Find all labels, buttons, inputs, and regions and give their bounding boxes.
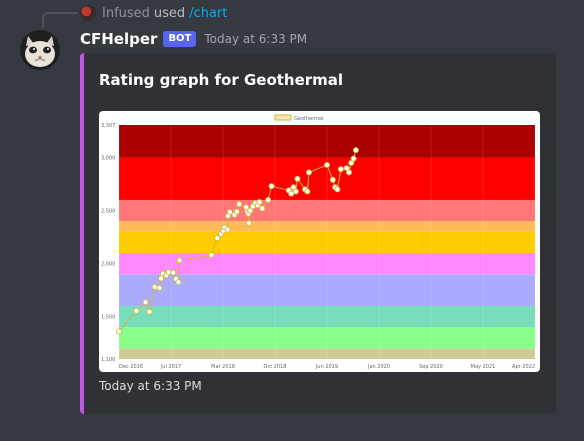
data-point	[233, 208, 240, 215]
y-tick-label: 1,500	[101, 315, 115, 321]
data-point	[345, 169, 353, 176]
data-point	[265, 196, 272, 204]
y-tick-label: 3,307	[101, 123, 115, 129]
data-point	[115, 328, 123, 335]
data-point	[175, 279, 182, 286]
data-point	[352, 147, 359, 154]
data-point	[329, 176, 336, 183]
reply-used-text: used	[153, 5, 186, 21]
data-point	[323, 161, 331, 169]
reply-connector-line	[42, 12, 78, 28]
data-point	[133, 307, 140, 314]
x-tick-label: May 2021	[471, 364, 496, 370]
data-point	[156, 284, 163, 292]
data-point	[334, 186, 341, 193]
username[interactable]: CFHelper	[80, 30, 157, 48]
x-tick-label: Jul 2017	[160, 364, 181, 370]
data-point	[214, 235, 221, 242]
message-header: CFHelper BOT Today at 6:33 PM	[80, 28, 307, 50]
y-tick-label: 2,500	[101, 209, 115, 215]
data-point	[176, 257, 183, 264]
y-tick-label: 2,000	[101, 262, 115, 268]
legend-label: Geothermal	[294, 116, 324, 122]
x-tick-label: Dec 2016	[119, 364, 143, 370]
data-point	[208, 252, 215, 259]
embed: Rating graph for Geothermal Geothermal 1,…	[80, 53, 556, 414]
data-point	[268, 183, 275, 190]
reply-command[interactable]: /chart	[189, 6, 227, 21]
embed-title: Rating graph for Geothermal	[99, 71, 344, 89]
cat-avatar-icon	[20, 30, 60, 70]
reply-user-avatar[interactable]	[80, 5, 96, 21]
data-point	[305, 169, 313, 176]
data-point	[142, 299, 149, 306]
x-tick-label: Oct 2018	[264, 364, 287, 370]
x-tick-label: Mar 2018	[211, 364, 235, 370]
embed-chart-image[interactable]: Geothermal 1,100 1,500 2,000 2,500 3,000 3,307…	[99, 111, 540, 372]
y-tick-label: 1,100	[101, 357, 115, 363]
data-point	[294, 175, 301, 182]
data-point	[236, 201, 243, 208]
y-tick-label: 3,000	[101, 156, 115, 162]
x-tick-label: Sep 2020	[419, 364, 443, 370]
data-point	[259, 205, 266, 212]
reply-username[interactable]: Infused	[102, 6, 150, 21]
data-point	[224, 226, 231, 233]
data-point	[146, 308, 153, 315]
bot-badge: BOT	[163, 31, 197, 47]
data-point	[256, 199, 263, 206]
avatar[interactable]	[20, 30, 60, 70]
x-tick-label: Jun 2019	[315, 364, 338, 370]
data-point	[337, 166, 344, 173]
x-tick-label: Apr 2022	[512, 364, 535, 370]
embed-accent-bar	[80, 53, 84, 414]
reply-reference[interactable]: Infused used /chart	[80, 4, 227, 22]
data-point	[245, 220, 252, 227]
message-timestamp[interactable]: Today at 6:33 PM	[204, 32, 307, 46]
embed-footer: Today at 6:33 PM	[99, 379, 202, 393]
data-point	[304, 188, 311, 195]
rating-chart: Geothermal 1,100 1,500 2,000 2,500 3,000 3,307…	[101, 114, 536, 370]
x-tick-label: Jan 2020	[367, 364, 390, 370]
data-point	[350, 155, 357, 162]
data-point	[292, 188, 299, 195]
legend-swatch	[274, 114, 292, 121]
data-point	[170, 269, 177, 276]
